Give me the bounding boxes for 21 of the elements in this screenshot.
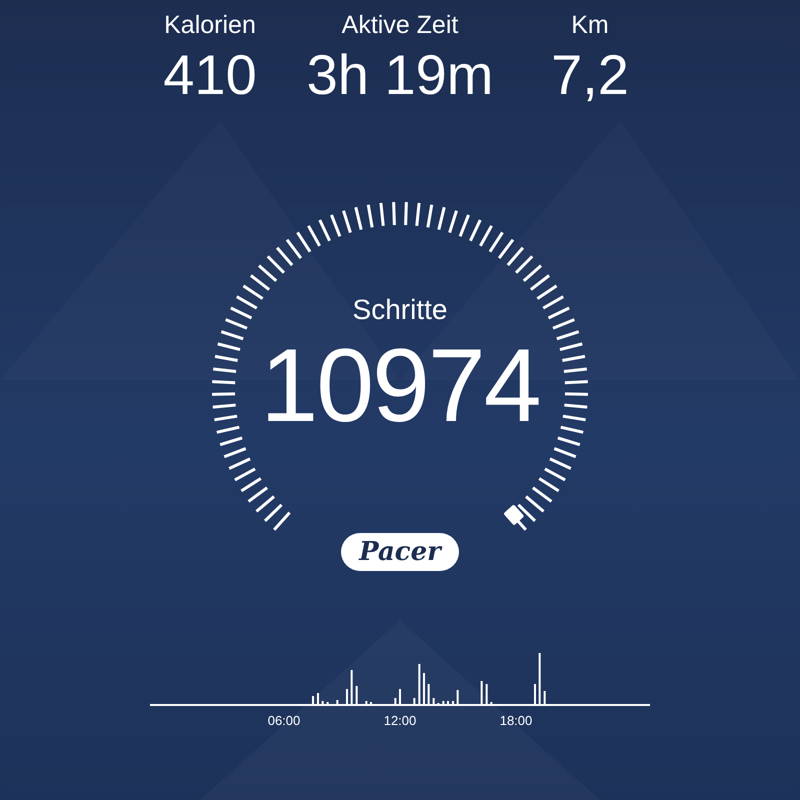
activity-bar: [480, 681, 483, 705]
activity-bar: [538, 653, 541, 705]
activity-bar: [456, 690, 459, 705]
activity-bar: [418, 664, 420, 705]
activity-bar: [544, 691, 546, 705]
logo-badge: Pacer: [341, 533, 459, 571]
gauge-label: Schritte: [352, 293, 448, 327]
activity-bar: [428, 684, 430, 705]
activity-bar: [356, 686, 358, 705]
stat-value: 3h 19m: [306, 42, 494, 108]
stat-label: Aktive Zeit: [342, 10, 458, 40]
step-count: 10974: [260, 328, 540, 444]
stat-value: 7,2: [551, 42, 629, 108]
time-axis-label: 06:00: [268, 712, 300, 730]
stat-label: Kalorien: [164, 10, 256, 40]
activity-bar: [486, 684, 488, 705]
stat-label: Km: [571, 10, 609, 40]
time-axis-label: 12:00: [384, 712, 416, 730]
stat-value: 410: [163, 42, 257, 108]
activity-bar: [350, 670, 353, 705]
time-axis-label: 18:00: [500, 712, 532, 730]
